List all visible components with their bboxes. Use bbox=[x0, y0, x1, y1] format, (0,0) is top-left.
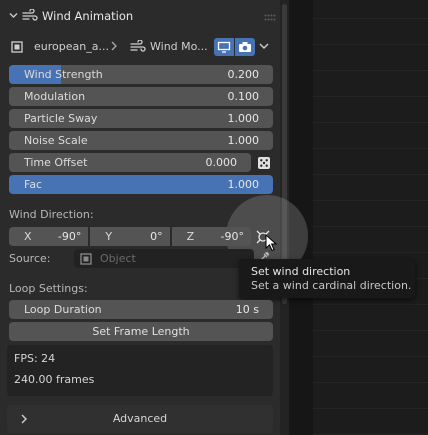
breadcrumb-separator-icon bbox=[110, 39, 118, 56]
drag-handle-icon[interactable] bbox=[264, 12, 276, 25]
wind-strength-field[interactable]: Wind Strength 0.200 bbox=[9, 65, 273, 84]
breadcrumb-object-name[interactable]: european_a... bbox=[34, 40, 109, 53]
field-value: 1.000 bbox=[227, 134, 260, 147]
field-value: 0.200 bbox=[227, 68, 260, 81]
fps-text: FPS: 24 bbox=[14, 352, 56, 365]
axis-label: Z bbox=[186, 230, 195, 243]
monitor-icon bbox=[217, 41, 231, 53]
loop-duration-field[interactable]: Loop Duration 10 s bbox=[9, 300, 273, 319]
show-viewport-toggle[interactable] bbox=[214, 38, 234, 56]
frames-text: 240.00 frames bbox=[14, 373, 95, 386]
tooltip-title: Set wind direction bbox=[251, 265, 351, 278]
collapse-chevron-icon[interactable] bbox=[9, 10, 18, 23]
direction-x-field[interactable]: X -90° bbox=[9, 227, 89, 246]
particle-sway-field[interactable]: Particle Sway 1.000 bbox=[9, 109, 273, 128]
field-value: 0.100 bbox=[227, 90, 260, 103]
field-value: 1.000 bbox=[227, 178, 260, 191]
axis-value: -90° bbox=[57, 230, 82, 243]
field-value: 10 s bbox=[235, 303, 259, 316]
camera-icon bbox=[239, 42, 251, 52]
modulation-field[interactable]: Modulation 0.100 bbox=[9, 87, 273, 106]
direction-z-field[interactable]: Z -90° bbox=[171, 227, 251, 246]
panel-title: Wind Animation bbox=[42, 9, 134, 23]
wind-direction-vector: X -90° Y 0° Z -90° bbox=[9, 227, 251, 246]
loop-settings-label: Loop Settings: bbox=[9, 282, 88, 295]
field-label: Loop Duration bbox=[24, 303, 102, 316]
fac-field[interactable]: Fac 1.000 bbox=[9, 175, 273, 194]
breadcrumb-modifier-name[interactable]: Wind Mo... bbox=[150, 40, 208, 53]
set-frame-length-button[interactable]: Set Frame Length bbox=[9, 322, 273, 341]
field-label: Noise Scale bbox=[24, 134, 88, 147]
show-render-toggle[interactable] bbox=[235, 38, 255, 56]
source-label: Source: bbox=[9, 252, 51, 265]
axis-label: Y bbox=[105, 230, 113, 243]
breadcrumb: european_a... Wind Mo... bbox=[6, 36, 276, 58]
field-label: Fac bbox=[24, 178, 43, 191]
wind-modifier-icon bbox=[130, 39, 146, 57]
randomize-dice-icon[interactable] bbox=[257, 156, 271, 170]
field-label: Time Offset bbox=[24, 156, 88, 169]
axis-value: -90° bbox=[220, 230, 244, 243]
panel-header[interactable]: Wind Animation bbox=[0, 0, 280, 32]
wind-icon bbox=[22, 8, 38, 26]
modifier-menu-chevron-icon[interactable] bbox=[258, 41, 270, 54]
wind-direction-label: Wind Direction: bbox=[9, 208, 94, 221]
object-icon bbox=[79, 252, 93, 269]
axis-label: X bbox=[24, 230, 32, 243]
tooltip-description: Set a wind cardinal direction. bbox=[251, 279, 412, 292]
source-object-field[interactable]: Object bbox=[74, 249, 254, 268]
tooltip: Set wind direction Set a wind cardinal d… bbox=[239, 259, 415, 298]
axis-value: 0° bbox=[150, 230, 163, 243]
frame-info-box: FPS: 24 240.00 frames bbox=[7, 345, 273, 396]
field-value: 1.000 bbox=[227, 112, 260, 125]
field-label: Modulation bbox=[24, 90, 86, 103]
source-placeholder: Object bbox=[100, 252, 136, 265]
noise-scale-field[interactable]: Noise Scale 1.000 bbox=[9, 131, 273, 150]
field-label: Particle Sway bbox=[24, 112, 98, 125]
field-value: 0.000 bbox=[205, 156, 238, 169]
advanced-subpanel[interactable]: Advanced bbox=[7, 405, 273, 433]
object-icon bbox=[10, 40, 24, 57]
advanced-label: Advanced bbox=[112, 412, 168, 425]
time-offset-field[interactable]: Time Offset 0.000 bbox=[9, 153, 251, 172]
field-label: Wind Strength bbox=[24, 68, 103, 81]
direction-y-field[interactable]: Y 0° bbox=[90, 227, 170, 246]
